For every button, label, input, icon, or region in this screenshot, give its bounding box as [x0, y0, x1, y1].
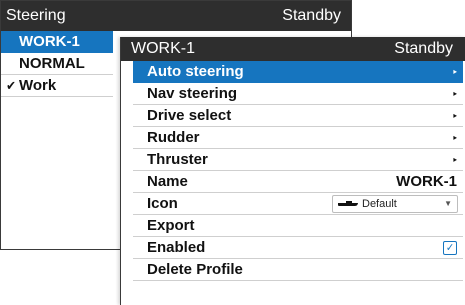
enabled-checkbox[interactable]: ✓ [443, 240, 457, 255]
chevron-right-icon: ▸ [453, 110, 457, 120]
chevron-right-icon: ▸ [453, 154, 457, 164]
menu-item-label: Drive select [147, 107, 232, 124]
menu-item-label: Auto steering [147, 63, 244, 80]
profile-title-bar: WORK-1 Standby [121, 37, 465, 61]
steering-item-label: NORMAL [19, 55, 85, 72]
menu-item-label: Rudder [147, 129, 200, 146]
enabled-label: Enabled [147, 239, 206, 256]
chevron-down-icon: ▼ [444, 199, 452, 208]
icon-row: Icon Default ▼ [133, 193, 463, 215]
chevron-right-icon: ▸ [453, 132, 457, 142]
delete-profile-label: Delete Profile [147, 261, 243, 278]
steering-title-bar: Steering Standby [1, 1, 351, 31]
steering-status: Standby [282, 7, 341, 24]
boat-icon [338, 201, 358, 206]
steering-item-normal[interactable]: NORMAL [1, 53, 113, 75]
profile-status: Standby [394, 40, 453, 57]
menu-item-thruster[interactable]: Thruster ▸ [133, 149, 463, 171]
steering-item-label: WORK-1 [19, 33, 80, 50]
export-label: Export [147, 217, 195, 234]
icon-label: Icon [147, 195, 178, 212]
profile-panel: WORK-1 Standby Auto steering ▸ Nav steer… [120, 37, 465, 305]
icon-select-value: Default [362, 197, 397, 210]
name-row[interactable]: Name WORK-1 [133, 171, 463, 193]
steering-item-work-1[interactable]: WORK-1 [1, 31, 113, 53]
check-icon: ✓ [445, 242, 455, 254]
steering-item-label: Work [19, 77, 57, 94]
steering-title: Steering [6, 7, 66, 24]
enabled-row: Enabled ✓ [133, 237, 463, 259]
menu-item-label: Thruster [147, 151, 208, 168]
menu-item-nav-steering[interactable]: Nav steering ▸ [133, 83, 463, 105]
chevron-right-icon: ▸ [453, 88, 457, 98]
check-icon: ✔ [6, 77, 16, 93]
name-value: WORK-1 [396, 173, 457, 190]
menu-item-auto-steering[interactable]: Auto steering ▸ [133, 61, 463, 83]
menu-item-rudder[interactable]: Rudder ▸ [133, 127, 463, 149]
menu-item-drive-select[interactable]: Drive select ▸ [133, 105, 463, 127]
profile-title: WORK-1 [131, 40, 195, 57]
delete-profile-row[interactable]: Delete Profile [133, 259, 463, 281]
menu-item-label: Nav steering [147, 85, 238, 102]
icon-select[interactable]: Default ▼ [332, 194, 458, 213]
steering-item-work[interactable]: ✔ Work [1, 75, 113, 97]
export-row[interactable]: Export [133, 215, 463, 237]
name-label: Name [147, 173, 188, 190]
chevron-right-icon: ▸ [453, 66, 457, 76]
